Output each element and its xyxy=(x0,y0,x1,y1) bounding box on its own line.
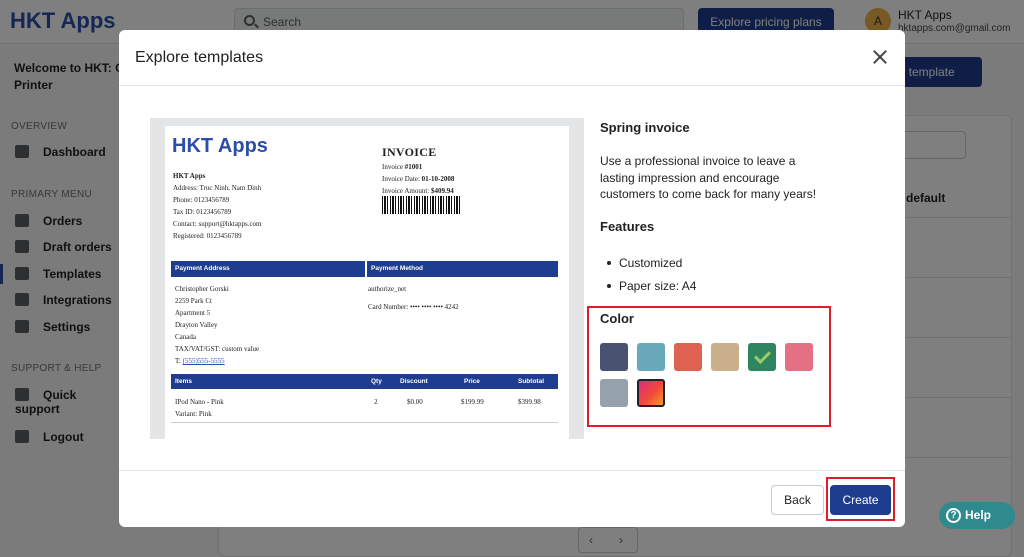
col-items: Items xyxy=(175,378,192,385)
template-name: Spring invoice xyxy=(600,120,690,135)
invoice-date-label: Invoice Date: xyxy=(382,175,422,183)
invoice-registered: Registered: 0123456789 xyxy=(173,232,242,240)
invoice-logo: HKT Apps xyxy=(172,135,268,157)
explore-templates-modal: Explore templates HKT Apps HKT Apps Addr… xyxy=(119,30,905,527)
color-swatch[interactable] xyxy=(637,343,665,371)
col-subtotal: Subtotal xyxy=(518,378,544,385)
color-title: Color xyxy=(600,311,634,326)
billing-phone-prefix: T: xyxy=(175,357,183,365)
col-discount: Discount xyxy=(400,378,428,385)
payment-method-header: Payment Method xyxy=(367,261,558,277)
color-swatch[interactable] xyxy=(600,343,628,371)
invoice-address: Address: Truc Ninh, Nam Dinh xyxy=(173,184,262,192)
barcode xyxy=(382,196,462,214)
invoice-title: INVOICE xyxy=(382,145,437,159)
invoice-amount: Invoice Amount: $409.94 xyxy=(382,187,454,195)
invoice-phone: Phone: 0123456789 xyxy=(173,196,230,204)
back-button[interactable]: Back xyxy=(771,485,824,515)
billing-line: Apartment 5 xyxy=(175,309,211,317)
invoice-number-value: #1001 xyxy=(404,163,423,171)
item-discount: $0.00 xyxy=(407,398,423,406)
features-title: Features xyxy=(600,219,655,234)
item-variant: Variant: Pink xyxy=(175,410,212,418)
invoice-contact: Contact: support@hktapps.com xyxy=(173,220,262,228)
help-label: Help xyxy=(965,508,992,522)
item-name: IPod Nano - Pink xyxy=(175,398,224,406)
color-swatch[interactable] xyxy=(711,343,739,371)
modal-title: Explore templates xyxy=(135,49,264,66)
billing-line: Drayton Valley xyxy=(175,321,218,329)
modal-header: Explore templates xyxy=(119,30,905,86)
card-number: Card Number: •••• •••• •••• 4242 xyxy=(368,303,459,311)
payment-method-value: authorize_net xyxy=(368,285,407,293)
billing-phone-link: (555)555-5555 xyxy=(182,357,225,365)
help-button[interactable]: ? Help xyxy=(939,502,1015,529)
question-icon: ? xyxy=(946,508,961,523)
feature-item: Customized xyxy=(600,256,682,270)
invoice-date: Invoice Date: 01-10-2008 xyxy=(382,175,454,183)
billing-line: TAX/VAT/GST: custom value xyxy=(175,345,260,353)
color-swatch[interactable] xyxy=(785,343,813,371)
invoice-number-label: Invoice xyxy=(382,163,405,171)
template-preview: HKT Apps HKT Apps Address: Truc Ninh, Na… xyxy=(150,118,584,439)
item-qty: 2 xyxy=(374,398,378,406)
invoice-date-value: 01-10-2008 xyxy=(421,175,455,183)
billing-line: Christopher Gorski xyxy=(175,285,229,293)
item-price: $199.99 xyxy=(461,398,484,406)
close-icon[interactable] xyxy=(871,48,889,66)
invoice-amount-value: $409.94 xyxy=(431,187,454,195)
payment-address-header: Payment Address xyxy=(171,261,365,277)
billing-line: 2259 Park Ct xyxy=(175,297,212,305)
color-swatch[interactable] xyxy=(674,343,702,371)
invoice-tax-id: Tax ID: 0123456789 xyxy=(173,208,232,216)
color-swatch-gradient[interactable] xyxy=(637,379,665,407)
create-button[interactable]: Create xyxy=(830,485,891,515)
template-description: Use a professional invoice to leave a la… xyxy=(600,154,817,201)
invoice-number: Invoice #1001 xyxy=(382,163,422,171)
feature-item: Paper size: A4 xyxy=(600,279,696,293)
col-qty: Qty xyxy=(371,378,382,385)
item-subtotal: $399.98 xyxy=(518,398,541,406)
invoice-preview: HKT Apps HKT Apps Address: Truc Ninh, Na… xyxy=(165,126,569,439)
items-header: Items Qty Discount Price Subtotal xyxy=(171,374,558,389)
color-swatch[interactable] xyxy=(600,379,628,407)
billing-line: Canada xyxy=(175,333,196,341)
col-price: Price xyxy=(464,378,480,385)
color-picker: Color xyxy=(587,306,831,427)
billing-phone: T: (555)555-5555 xyxy=(175,357,225,365)
color-swatch[interactable] xyxy=(748,343,776,371)
modal-footer: Back Create xyxy=(119,470,905,527)
item-divider xyxy=(171,422,558,423)
invoice-amount-label: Invoice Amount: xyxy=(382,187,431,195)
invoice-company: HKT Apps xyxy=(173,172,206,180)
create-button-highlight: Create xyxy=(826,477,895,521)
